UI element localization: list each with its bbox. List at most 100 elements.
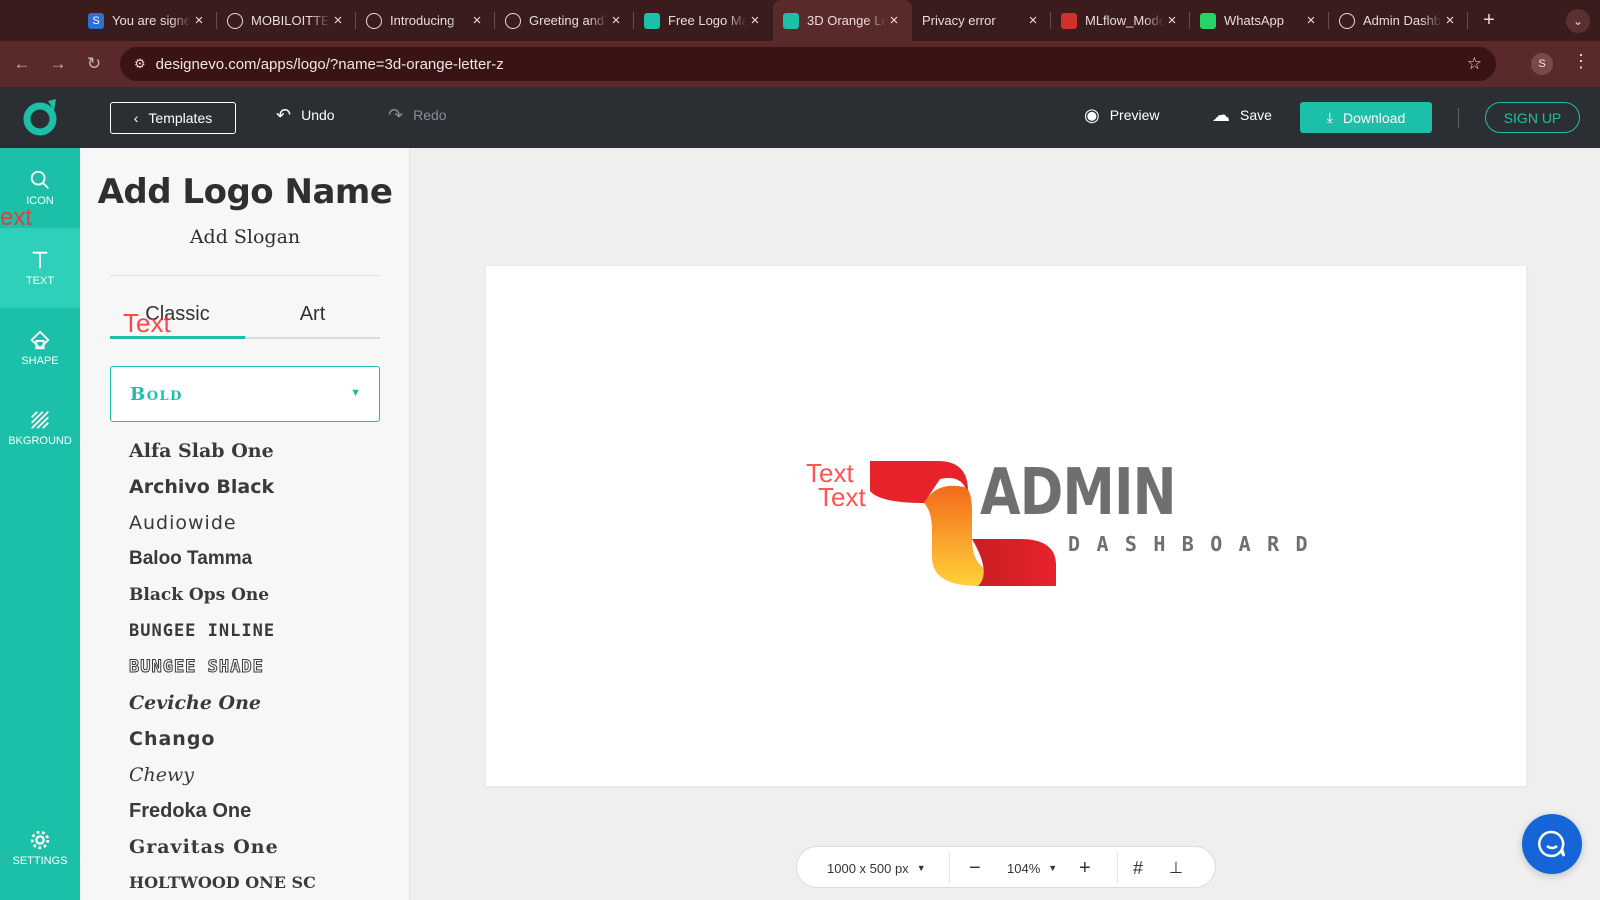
align-bottom-icon[interactable]: ⊥ xyxy=(1169,847,1183,889)
browser-tab[interactable]: MLflow_Model × xyxy=(1051,0,1190,41)
gear-icon xyxy=(30,830,50,850)
chevron-down-icon: ▼ xyxy=(916,863,926,873)
signup-button[interactable]: SIGN UP xyxy=(1485,102,1580,133)
browser-tab[interactable]: Greeting and × xyxy=(495,0,634,41)
preview-button[interactable]: ◉ Preview xyxy=(1084,106,1160,124)
stray-text-overlay-canvas-2: Text xyxy=(818,482,866,512)
close-tab-icon[interactable]: × xyxy=(1303,12,1319,29)
browser-tab-bar: SYou are signed in×MOBILOITTE×Introducin… xyxy=(0,0,1600,41)
openai-icon xyxy=(366,12,382,29)
stray-text-overlay-tab: Text xyxy=(123,308,171,338)
browser-tab[interactable]: S You are signed in× xyxy=(78,0,217,41)
s-badge-icon: S xyxy=(88,12,104,29)
back-icon[interactable]: ← xyxy=(4,54,40,74)
canvas-size-select[interactable]: 1000 x 500 px ▼ xyxy=(827,847,926,889)
url-text: designevo.com/apps/logo/?name=3d-orange-… xyxy=(155,55,504,73)
canvas-area: ADMIN DASHBOARD Text Text 1000 x 500 px … xyxy=(410,148,1600,900)
browser-menu-icon[interactable]: ⋮ xyxy=(1572,51,1590,72)
browser-tab[interactable]: WhatsApp × xyxy=(1190,0,1329,41)
font-option[interactable]: Audiowide xyxy=(129,505,316,541)
tab-search-icon[interactable]: ⌄ xyxy=(1566,9,1590,33)
zoom-out-button[interactable]: − xyxy=(969,847,981,889)
templates-label: Templates xyxy=(148,110,213,126)
font-option[interactable]: Gravitas One xyxy=(129,829,316,865)
browser-tab[interactable]: Introducing × xyxy=(356,0,495,41)
zoom-level-select[interactable]: 104% ▼ xyxy=(1007,847,1057,889)
font-option[interactable]: BUNGEE SHADE xyxy=(129,649,316,685)
tool-rail: ICON TEXT SHAPE BKGROUND SETTINGS xyxy=(0,148,80,900)
download-button[interactable]: ⤓ Download xyxy=(1300,102,1432,133)
zoom-level-label: 104% xyxy=(1007,860,1041,876)
undo-icon: ↶ xyxy=(276,105,292,125)
forward-icon[interactable]: → xyxy=(40,54,76,74)
cloud-upload-icon: ☁ xyxy=(1212,105,1230,125)
bookmark-star-icon[interactable]: ☆ xyxy=(1467,54,1482,74)
font-option[interactable]: HOLTWOOD ONE SC xyxy=(129,865,316,900)
preview-label: Preview xyxy=(1109,107,1160,123)
shape-icon xyxy=(30,330,50,350)
redo-button[interactable]: ↷ Redo xyxy=(388,106,447,124)
tab-title: Introducing xyxy=(390,13,455,28)
browser-tab[interactable]: 3D Orange Letter× xyxy=(773,0,912,41)
font-category-select[interactable]: Bold ▼ xyxy=(110,366,380,422)
panel-divider xyxy=(110,275,380,276)
font-option[interactable]: Chango xyxy=(129,721,316,757)
tab-title: WhatsApp xyxy=(1224,13,1284,28)
close-tab-icon[interactable]: × xyxy=(469,12,485,29)
eye-icon: ◉ xyxy=(1084,105,1100,125)
font-option[interactable]: Chewy xyxy=(129,757,316,793)
designevo-logo-icon[interactable] xyxy=(22,97,62,137)
close-tab-icon[interactable]: × xyxy=(191,12,207,29)
undo-button[interactable]: ↶ Undo xyxy=(276,106,335,124)
whatsapp-icon xyxy=(1200,12,1216,29)
tab-title: 3D Orange Letter xyxy=(807,13,886,28)
browser-tab[interactable]: Privacy error × xyxy=(912,0,1051,41)
rail-item-settings[interactable]: SETTINGS xyxy=(0,808,80,888)
tab-title: Greeting and xyxy=(529,13,605,28)
text-panel: Add Logo Name Add Slogan Classic Art Tex… xyxy=(80,148,410,900)
font-option[interactable]: Fredoka One xyxy=(129,793,316,829)
chevron-down-icon: ▼ xyxy=(1048,863,1058,873)
templates-button[interactable]: ‹ Templates xyxy=(110,102,236,134)
font-option[interactable]: Black Ops One xyxy=(129,577,316,613)
close-tab-icon[interactable]: × xyxy=(1442,12,1458,29)
profile-avatar[interactable]: S xyxy=(1531,53,1553,75)
font-option[interactable]: BUNGEE INLINE xyxy=(129,613,316,649)
mlflow-icon xyxy=(1061,12,1077,29)
rail-item-text[interactable]: TEXT xyxy=(0,228,80,308)
grid-icon[interactable]: # xyxy=(1133,847,1143,889)
tab-art[interactable]: Art xyxy=(245,303,380,326)
font-option[interactable]: Ceviche One xyxy=(129,685,316,721)
new-tab-icon[interactable]: + xyxy=(1474,9,1504,32)
header-divider xyxy=(1458,108,1459,128)
font-option[interactable]: Archivo Black xyxy=(129,469,316,505)
browser-tab[interactable]: Admin Dashboard× xyxy=(1329,0,1468,41)
artboard[interactable]: ADMIN DASHBOARD Text Text xyxy=(486,266,1526,786)
logo-name-input[interactable]: Add Logo Name xyxy=(80,172,409,212)
logo-slogan-text[interactable]: DASHBOARD xyxy=(1068,532,1324,556)
close-tab-icon[interactable]: × xyxy=(747,12,763,29)
close-tab-icon[interactable]: × xyxy=(330,12,346,29)
save-button[interactable]: ☁ Save xyxy=(1212,106,1272,124)
support-chat-button[interactable] xyxy=(1522,814,1582,874)
redo-icon: ↷ xyxy=(388,105,404,125)
reload-icon[interactable]: ↻ xyxy=(76,54,112,74)
close-tab-icon[interactable]: × xyxy=(886,12,902,29)
close-tab-icon[interactable]: × xyxy=(608,12,624,29)
close-tab-icon[interactable]: × xyxy=(1164,12,1180,29)
slogan-input[interactable]: Add Slogan xyxy=(80,226,409,248)
zoom-in-button[interactable]: + xyxy=(1079,847,1091,889)
rail-item-background[interactable]: BKGROUND xyxy=(0,388,80,468)
toolbar-divider xyxy=(1117,854,1118,882)
site-settings-icon[interactable]: ⚙ xyxy=(134,56,146,72)
address-bar[interactable]: ⚙ designevo.com/apps/logo/?name=3d-orang… xyxy=(120,47,1496,81)
globe-icon xyxy=(1339,12,1355,29)
designevo-icon xyxy=(783,12,799,29)
rail-item-shape[interactable]: SHAPE xyxy=(0,308,80,388)
browser-tab[interactable]: MOBILOITTE × xyxy=(217,0,356,41)
font-option[interactable]: Alfa Slab One xyxy=(129,433,316,469)
close-tab-icon[interactable]: × xyxy=(1025,12,1041,29)
font-option[interactable]: Baloo Tamma xyxy=(129,541,316,577)
browser-tab[interactable]: Free Logo Maker× xyxy=(634,0,773,41)
logo-title-text[interactable]: ADMIN xyxy=(980,456,1177,530)
